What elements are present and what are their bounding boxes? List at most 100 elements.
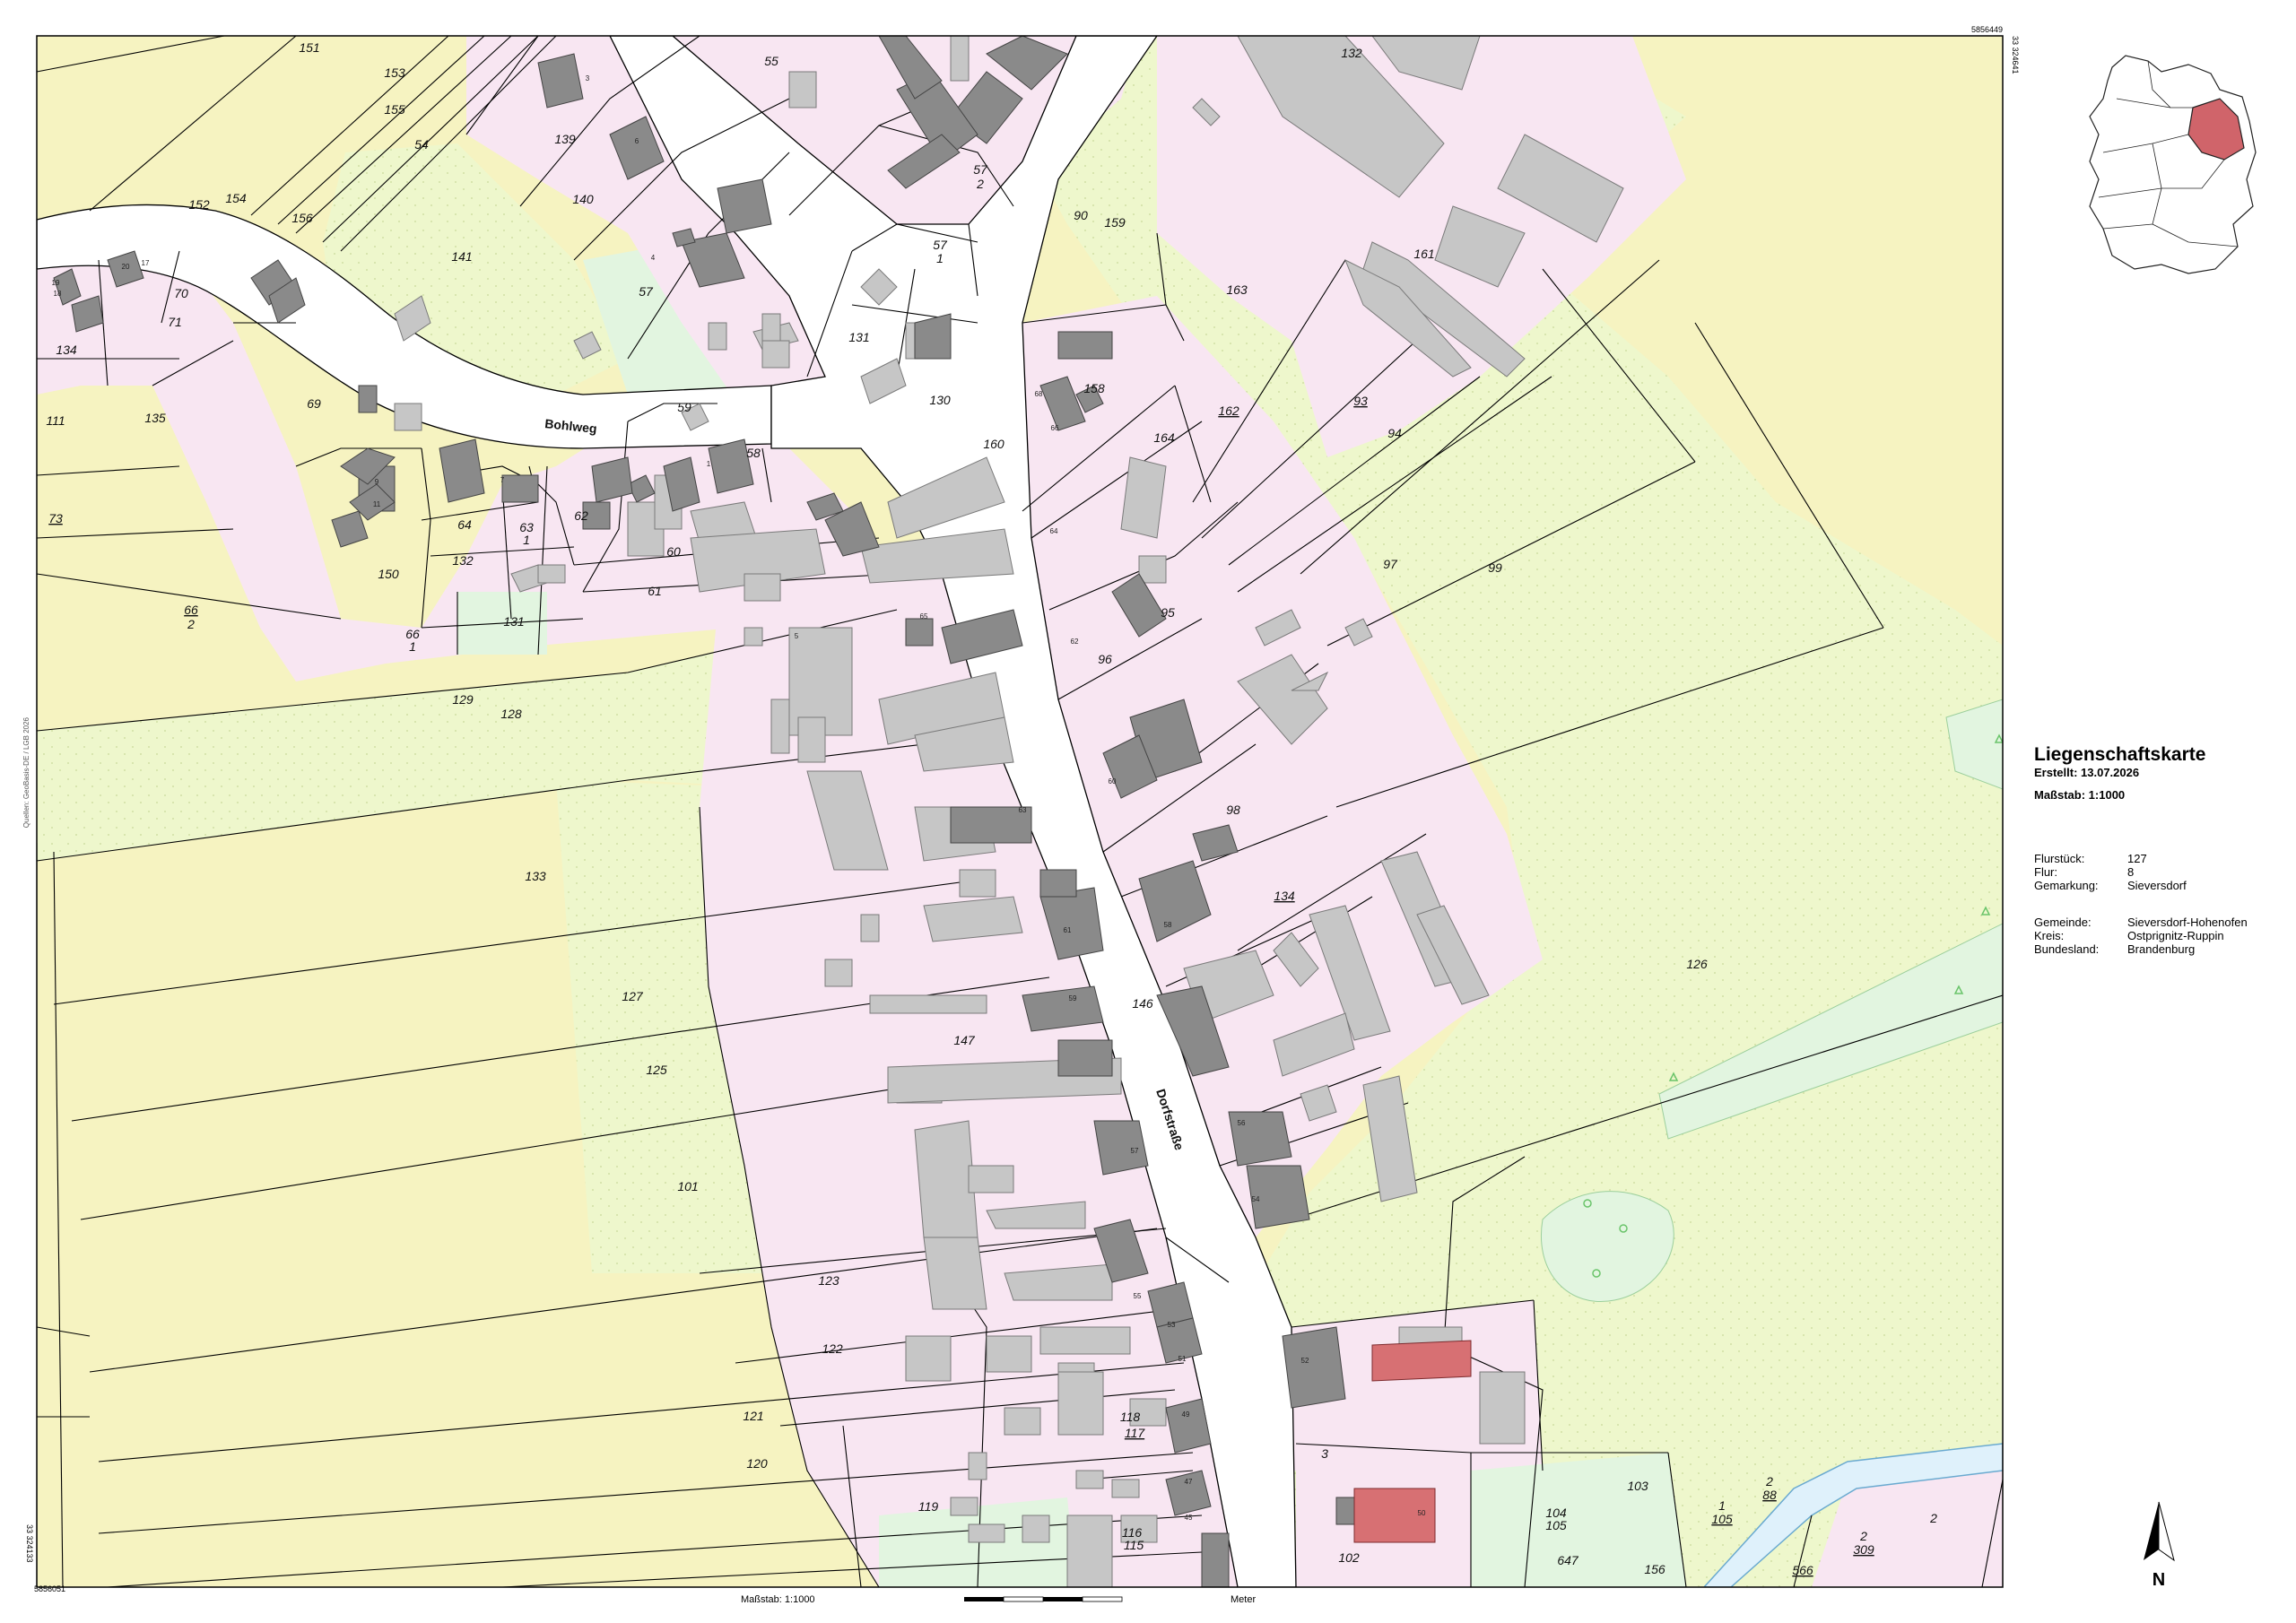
parcel-label: 309 bbox=[1853, 1542, 1874, 1557]
building-number: 54 bbox=[1252, 1195, 1260, 1203]
parcel-label: 121 bbox=[743, 1409, 763, 1423]
building-highlight-north bbox=[1371, 1340, 1472, 1382]
parcel-label: 64 bbox=[457, 517, 472, 532]
parcel-label: 117 bbox=[1125, 1426, 1146, 1440]
parcel-label: 133 bbox=[525, 869, 546, 883]
parcel-label: 2 bbox=[1859, 1529, 1867, 1543]
parcel-label: 101 bbox=[677, 1179, 698, 1193]
map-scale: Maßstab: 1:1000 bbox=[2034, 788, 2126, 802]
parcel-label: 96 bbox=[1098, 652, 1112, 666]
building-number: 3 bbox=[586, 74, 590, 82]
parcel-label: 139 bbox=[554, 132, 576, 146]
parcel-label: 130 bbox=[929, 393, 951, 407]
parcel-label: 154 bbox=[225, 191, 247, 205]
parcel-label: 127 bbox=[622, 989, 644, 1003]
building-number: 6 bbox=[635, 137, 639, 145]
parcel-label: 57 bbox=[639, 284, 654, 299]
building-number: 1 bbox=[707, 460, 711, 468]
parcel-label: 151 bbox=[299, 40, 319, 55]
parcel-label: 120 bbox=[746, 1456, 768, 1471]
parcel-label: 102 bbox=[1338, 1550, 1360, 1565]
parcel-label: 73 bbox=[48, 511, 63, 525]
parcel-label: 140 bbox=[572, 192, 594, 206]
building-number: 57 bbox=[1131, 1147, 1139, 1155]
scale-bar bbox=[964, 1596, 1123, 1602]
kreis-row: Kreis: Ostprignitz-Ruppin bbox=[2034, 929, 2224, 942]
parcel-label: 105 bbox=[1711, 1512, 1733, 1526]
building-number: 66 bbox=[1051, 424, 1059, 432]
parcel-label: 150 bbox=[378, 567, 399, 581]
parcel-label: 2 bbox=[1765, 1474, 1773, 1488]
parcel-label: 135 bbox=[144, 411, 166, 425]
bundesland-row: Bundesland: Brandenburg bbox=[2034, 942, 2196, 956]
coordinate-bottom-x: 33 324133 bbox=[25, 1524, 34, 1563]
parcel-label: 111 bbox=[46, 413, 65, 428]
parcel-label: 1 bbox=[1718, 1498, 1726, 1513]
parcel-label: 90 bbox=[1074, 208, 1088, 222]
parcel-label: 152 bbox=[188, 197, 210, 212]
parcel-label: 164 bbox=[1153, 430, 1175, 445]
parcel-label: 1 bbox=[409, 639, 416, 654]
parcel-label: 66 bbox=[184, 603, 198, 617]
building-number: 5 bbox=[795, 632, 799, 640]
parcel-label: 88 bbox=[1762, 1488, 1777, 1502]
parcel-label: 131 bbox=[848, 330, 869, 344]
parcel-label: 59 bbox=[677, 400, 691, 414]
gemarkung-row: Gemarkung: Sieversdorf bbox=[2034, 879, 2187, 892]
building-number: 4 bbox=[651, 254, 656, 262]
coordinate-bottom-y: 5856051 bbox=[34, 1584, 66, 1593]
coordinate-top-x: 33 324641 bbox=[2011, 36, 2020, 74]
source-attribution: Quellen: GeoBasis-DE / LGB 2026 bbox=[22, 717, 30, 829]
building-number: 20 bbox=[122, 263, 130, 271]
scale-unit: Meter bbox=[1231, 1594, 1257, 1605]
created-date: Erstellt: 13.07.2026 bbox=[2034, 766, 2140, 779]
parcel-label: 95 bbox=[1161, 605, 1175, 620]
parcel-label: 147 bbox=[953, 1033, 976, 1047]
building-number: 65 bbox=[920, 612, 928, 621]
parcel-label: 97 bbox=[1383, 557, 1398, 571]
parcel-label: 153 bbox=[384, 65, 405, 80]
building-number: 45 bbox=[1185, 1514, 1193, 1522]
parcel-label: 132 bbox=[1341, 46, 1362, 60]
parcel-label: 122 bbox=[822, 1341, 843, 1356]
parcel-label: 156 bbox=[291, 211, 313, 225]
parcel-label: 155 bbox=[384, 102, 405, 117]
parcel-label: 62 bbox=[574, 508, 588, 523]
building-number: 59 bbox=[1069, 994, 1077, 1002]
parcel-label: 103 bbox=[1627, 1479, 1648, 1493]
building-number: 49 bbox=[1182, 1410, 1190, 1419]
parcel-label: 54 bbox=[414, 137, 429, 152]
parcel-label: 57 bbox=[933, 238, 948, 252]
parcel-label: 123 bbox=[818, 1273, 839, 1288]
building-number: 58 bbox=[1164, 921, 1172, 929]
parcel-label: 1 bbox=[936, 251, 944, 265]
parcel-label: 57 bbox=[973, 162, 988, 177]
building-number: 63 bbox=[1019, 806, 1027, 814]
parcel-label: 146 bbox=[1132, 996, 1153, 1011]
parcel-label: 70 bbox=[174, 286, 188, 300]
building-number: 18 bbox=[54, 290, 62, 298]
building-number: 62 bbox=[1071, 638, 1079, 646]
parcel-label: 129 bbox=[452, 692, 474, 707]
parcel-label: 160 bbox=[983, 437, 1004, 451]
parcel-label: 115 bbox=[1124, 1538, 1144, 1552]
building-number: 19 bbox=[52, 279, 60, 287]
parcel-label: 159 bbox=[1104, 215, 1126, 230]
cadastral-map[interactable]: Bohlweg Dorfstraße 151153155545513213914… bbox=[0, 0, 2296, 1623]
parcel-label: 162 bbox=[1218, 404, 1239, 418]
building-number: 60 bbox=[1109, 777, 1117, 785]
map-legend: Liegenschaftskarte Erstellt: 13.07.2026 … bbox=[2034, 744, 2294, 956]
map-title: Liegenschaftskarte bbox=[2034, 744, 2206, 765]
building-number: 51 bbox=[1178, 1355, 1187, 1363]
parcel-label: 163 bbox=[1226, 282, 1248, 297]
parcel-label: 3 bbox=[1321, 1446, 1328, 1461]
flur-row: Flur: 8 bbox=[2034, 865, 2135, 879]
parcel-label: 93 bbox=[1353, 394, 1368, 408]
building-number: 53 bbox=[1168, 1321, 1176, 1329]
north-label: N bbox=[2152, 1570, 2165, 1590]
parcel-row: Flurstück: 127 bbox=[2034, 852, 2147, 865]
parcel-label: 131 bbox=[503, 614, 524, 629]
parcel-label: 134 bbox=[56, 343, 77, 357]
building-number: 17 bbox=[142, 259, 150, 267]
building-number: 61 bbox=[1064, 926, 1072, 934]
